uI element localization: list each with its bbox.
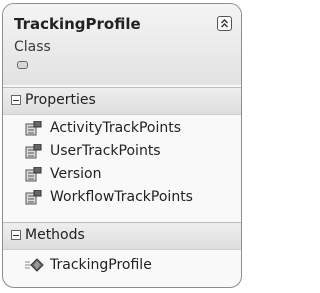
member-label: WorkflowTrackPoints — [50, 189, 193, 205]
property-icon — [25, 121, 42, 136]
class-shape[interactable]: TrackingProfile Class Properties Activit… — [2, 3, 242, 288]
class-header: TrackingProfile Class — [3, 4, 241, 85]
properties-section-header[interactable]: Properties — [3, 87, 241, 115]
properties-label: Properties — [25, 92, 96, 108]
member-label: ActivityTrackPoints — [50, 120, 182, 136]
list-item[interactable]: Version — [3, 163, 241, 186]
member-label: Version — [50, 166, 102, 182]
member-label: TrackingProfile — [50, 257, 152, 273]
list-item[interactable]: TrackingProfile — [3, 254, 241, 277]
class-title: TrackingProfile — [14, 15, 141, 33]
method-icon — [25, 258, 44, 272]
double-chevron-up-icon — [221, 19, 228, 28]
property-icon — [25, 144, 42, 159]
collapse-toggle-icon[interactable] — [11, 95, 21, 105]
property-icon — [25, 167, 42, 182]
methods-list: TrackingProfile — [3, 254, 241, 277]
properties-list: ActivityTrackPoints UserTrackPoints Vers… — [3, 117, 241, 209]
pill-icon — [17, 61, 28, 69]
member-label: UserTrackPoints — [50, 143, 161, 159]
property-icon — [25, 190, 42, 205]
list-item[interactable]: ActivityTrackPoints — [3, 117, 241, 140]
collapse-button[interactable] — [217, 16, 232, 31]
methods-section-header[interactable]: Methods — [3, 222, 241, 250]
list-item[interactable]: WorkflowTrackPoints — [3, 186, 241, 209]
list-item[interactable]: UserTrackPoints — [3, 140, 241, 163]
collapse-toggle-icon[interactable] — [11, 230, 21, 240]
methods-label: Methods — [25, 227, 85, 243]
class-kind: Class — [14, 39, 51, 55]
